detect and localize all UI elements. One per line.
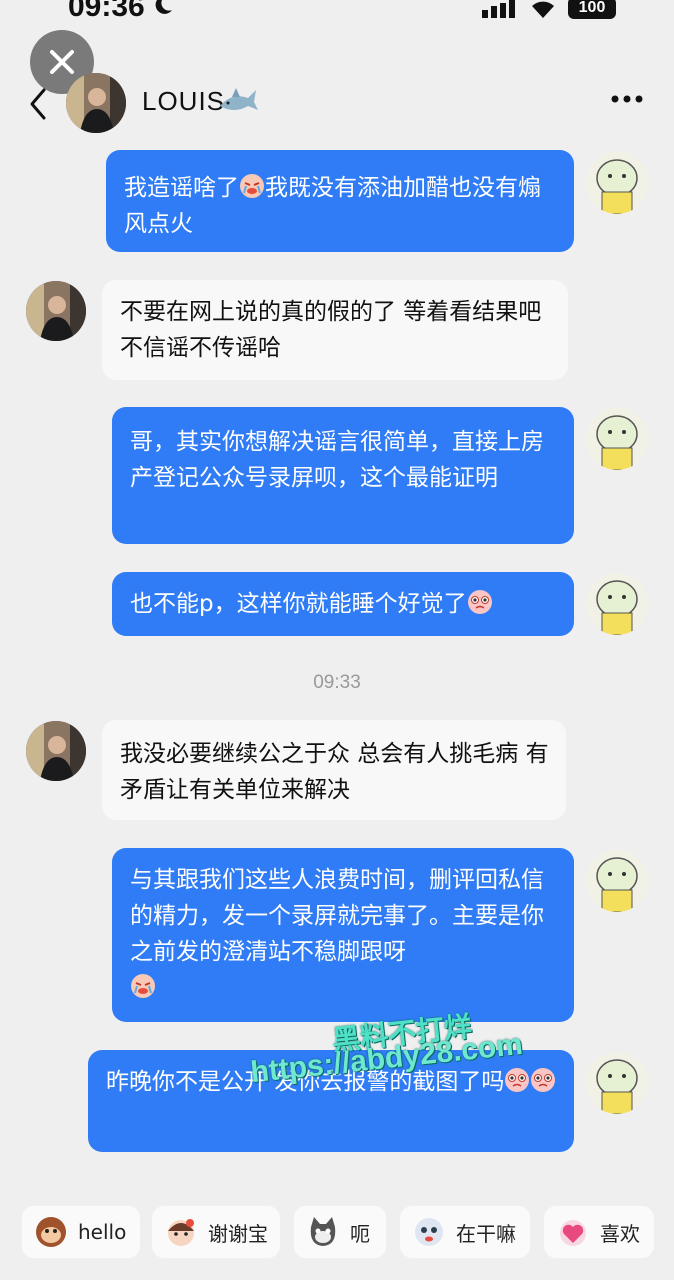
message-bubble-outgoing[interactable]: 与其跟我们这些人浪费时间，删评回私信的精力，发一个录屏就完事了。主要是你之前发的… <box>112 848 574 1022</box>
message-text: 我没必要继续公之于众 总会有人挑毛病 有矛盾让有关单位来解决 <box>120 741 549 803</box>
self-avatar[interactable] <box>586 850 648 912</box>
message-text: 我造谣啥了 我既没有添油加醋也没有煽风点火 <box>124 174 541 237</box>
message-bubble-incoming[interactable]: 我没必要继续公之于众 总会有人挑毛病 有矛盾让有关单位来解决 <box>102 720 566 820</box>
quick-reply-bar: hello 谢谢宝 呃 在干嘛 喜欢 <box>0 1198 674 1264</box>
message-text: 与其跟我们这些人浪费时间，删评回私信的精力，发一个录屏就完事了。主要是你之前发的… <box>130 867 544 1001</box>
message-bubble-outgoing[interactable]: 我造谣啥了 我既没有添油加醋也没有煽风点火 <box>106 150 574 252</box>
quick-reply-label: 呃 <box>350 1221 370 1246</box>
cartoon-character-icon <box>586 152 648 214</box>
contact-name[interactable]: LOUIS <box>142 86 225 117</box>
quick-reply-like[interactable]: 喜欢 <box>544 1206 654 1258</box>
pleading-face-emoji-icon <box>467 590 492 614</box>
person-photo-icon <box>26 721 86 781</box>
quick-reply-label: 在干嘛 <box>456 1221 516 1246</box>
message-text: 哥，其实你想解决谣言很简单，直接上房产登记公众号录屏呗，这个最能证明 <box>130 429 544 491</box>
battery-indicator: 100 <box>568 0 616 19</box>
person-photo-icon <box>26 281 86 341</box>
message-bubble-outgoing[interactable]: 也不能p，这样你就能睡个好觉了 <box>112 572 574 636</box>
wifi-icon <box>532 1 554 18</box>
quick-reply-label: 谢谢宝 <box>208 1221 268 1246</box>
close-icon <box>50 50 74 74</box>
message-bubble-outgoing[interactable]: 昨晚你不是公开 发你去报警的截图了吗 <box>88 1050 574 1152</box>
self-avatar[interactable] <box>586 573 648 635</box>
moon-icon <box>155 0 172 14</box>
status-bar: 09:36 100 <box>0 0 674 30</box>
love-icon <box>560 1220 586 1246</box>
person-photo-icon <box>66 73 126 133</box>
pleading-face-emoji-icon <box>531 1068 556 1092</box>
cartoon-character-icon <box>586 573 648 635</box>
message-text: 也不能p，这样你就能睡个好觉了 <box>130 590 493 617</box>
cartoon-character-icon <box>586 1052 648 1114</box>
cartoon-character-icon <box>586 850 648 912</box>
cat-icon <box>310 1217 336 1246</box>
quick-reply-thanks[interactable]: 谢谢宝 <box>152 1206 280 1258</box>
cartoon-character-icon <box>586 408 648 470</box>
message-text: 不要在网上说的真的假的了 等着看结果吧 不信谣不传谣哈 <box>120 299 542 361</box>
status-time: 09:36 <box>68 0 145 23</box>
self-avatar[interactable] <box>586 152 648 214</box>
self-avatar[interactable] <box>586 1052 648 1114</box>
message-text: 昨晚你不是公开 发你去报警的截图了吗 <box>106 1068 556 1095</box>
quick-reply-uh[interactable]: 呃 <box>294 1206 386 1258</box>
girl-icon <box>168 1219 194 1246</box>
more-options-icon[interactable] <box>610 92 644 106</box>
signal-icon <box>482 0 515 18</box>
message-bubble-incoming[interactable]: 不要在网上说的真的假的了 等着看结果吧 不信谣不传谣哈 <box>102 280 568 380</box>
quick-reply-label: 喜欢 <box>600 1221 640 1246</box>
quick-reply-hello[interactable]: hello <box>22 1206 140 1258</box>
pleading-face-emoji-icon <box>505 1068 530 1092</box>
quick-reply-label: hello <box>78 1220 127 1244</box>
shark-emoji-icon <box>220 88 258 110</box>
peek-icon <box>415 1218 443 1246</box>
crying-face-emoji-icon <box>131 974 155 998</box>
contact-avatar[interactable] <box>66 73 126 133</box>
contact-avatar-small[interactable] <box>26 281 86 341</box>
contact-avatar-small[interactable] <box>26 721 86 781</box>
quick-reply-doing[interactable]: 在干嘛 <box>400 1206 530 1258</box>
message-timestamp: 09:33 <box>313 672 361 693</box>
crying-face-emoji-icon <box>240 174 264 198</box>
back-arrow-icon[interactable] <box>26 86 52 122</box>
self-avatar[interactable] <box>586 408 648 470</box>
monkey-icon <box>36 1217 66 1247</box>
message-bubble-outgoing[interactable]: 哥，其实你想解决谣言很简单，直接上房产登记公众号录屏呗，这个最能证明 <box>112 407 574 544</box>
